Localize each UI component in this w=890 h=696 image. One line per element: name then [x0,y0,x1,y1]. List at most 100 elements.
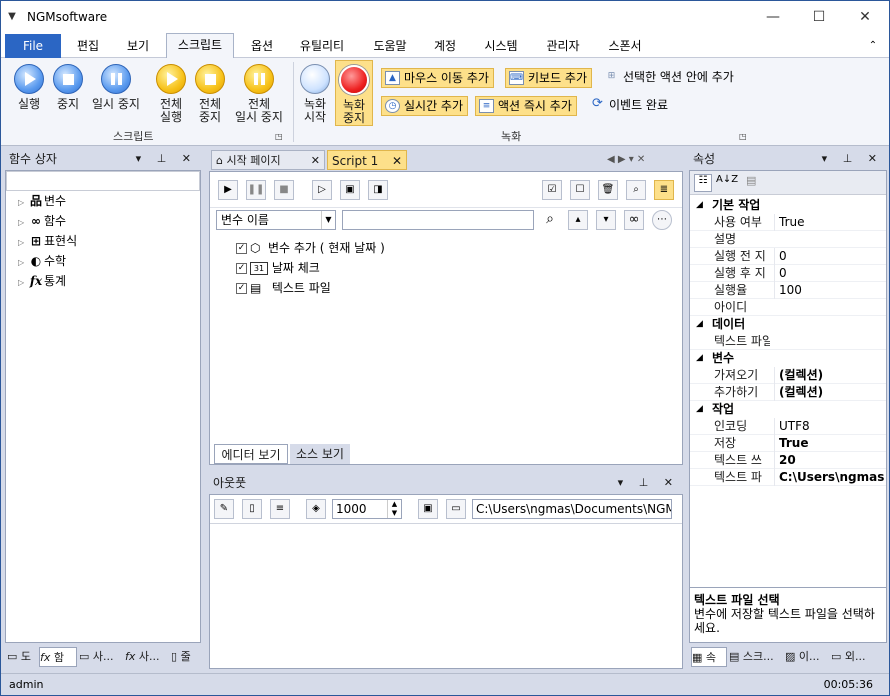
close-tab-icon[interactable]: ✕ [392,151,402,169]
check-all-icon[interactable]: ☑ [542,180,562,200]
folder-icon[interactable]: ▭ [446,499,466,519]
pause-icon[interactable]: ❚❚ [246,180,266,200]
property-row[interactable]: 사용 여부 True [690,214,886,231]
add-action-now-button[interactable]: ≡ 액션 즉시 추가 [475,96,577,116]
loop-icon[interactable]: ∞ [624,210,644,230]
play-icon[interactable]: ▶ [218,180,238,200]
collapse-icon[interactable]: ◢ [696,316,703,333]
zoom-icon[interactable]: ⌕ [626,180,646,200]
tree-item-variable[interactable]: ▷ 品 변수 [18,191,66,211]
record-stop-button[interactable]: 녹화 중지 [335,60,373,126]
menu-sponsor[interactable]: 스폰서 [599,35,651,57]
step-over-icon[interactable]: ◨ [368,180,388,200]
add-realtime-button[interactable]: ◷ 실시간 추가 [381,96,469,116]
property-row[interactable]: 실행 후 지 0 [690,265,886,282]
dialog-launcher-icon[interactable]: ◳ [275,132,283,141]
tab-source-view[interactable]: 소스 보기 [290,444,350,464]
menu-utility[interactable]: 유틸리티 [291,35,353,57]
step-into-icon[interactable]: ▣ [340,180,360,200]
property-value[interactable]: 20 [774,452,886,469]
property-category[interactable]: ◢ 작업 [690,401,886,418]
expand-arrow-icon[interactable]: ▷ [18,213,28,233]
add-in-selected-button[interactable]: ⊞ 선택한 액션 안에 추가 [601,68,738,88]
dialog-launcher-icon-2[interactable]: ◳ [739,132,747,141]
save-icon[interactable]: ▣ [418,499,438,519]
move-down-icon[interactable]: ▾ [596,210,616,230]
clear-output-icon[interactable]: ✎ [214,499,234,519]
minimize-button[interactable]: — [750,1,796,32]
property-row[interactable]: 텍스트 쓰 20 [690,452,886,469]
panel-buttons[interactable]: ▾ ⊥ ✕ [136,148,197,170]
record-start-button[interactable]: 녹화 시작 [297,64,333,124]
property-value[interactable]: 0 [774,265,886,282]
expand-arrow-icon[interactable]: ▷ [18,193,28,213]
step-icon[interactable]: ▷ [312,180,332,200]
list-icon[interactable]: ≡ [270,499,290,519]
menu-edit[interactable]: 편집 [65,35,111,57]
tree-item-math[interactable]: ▷ ◐ 수학 [18,251,66,271]
sort-alpha-icon[interactable]: A↓Z [716,174,738,185]
property-value[interactable]: 100 [774,282,886,299]
tab-nav-buttons[interactable]: ◀ ▶ ▾ ✕ [607,150,679,170]
stepper-arrows-icon[interactable]: ▲ ▼ [387,500,401,518]
menu-system[interactable]: 시스템 [475,35,527,57]
close-button[interactable]: ✕ [842,1,888,32]
tab-lines[interactable]: ▯ 줄 [171,647,201,667]
property-row[interactable]: 인코딩 UTF8 [690,418,886,435]
panel-buttons[interactable]: ▾ ⊥ ✕ [822,148,883,170]
tab-user-functions[interactable]: fx 사... [125,647,169,667]
panel-buttons[interactable]: ▾ ⊥ ✕ [618,472,679,494]
tab-properties[interactable]: ▦ 속 [691,647,727,667]
property-row[interactable]: 텍스트 파일 [690,333,886,350]
property-row[interactable]: 실행 전 지 0 [690,248,886,265]
tab-toolbox[interactable]: ▭ 도 [7,647,39,667]
tab-start-page[interactable]: ⌂ 시작 페이지 ✕ [211,150,325,170]
tree-item-expression[interactable]: ▷ ⊞ 표현식 [18,231,77,251]
menu-script[interactable]: 스크립트 [166,33,234,58]
move-up-icon[interactable]: ▴ [568,210,588,230]
event-done-button[interactable]: ⟳ 이벤트 완료 [587,96,672,116]
property-value[interactable]: True [774,214,886,231]
checkbox[interactable]: ✓ [236,243,247,254]
tab-users[interactable]: ▭ 사... [79,647,123,667]
tree-view-icon[interactable]: ≣ [654,180,674,200]
run-button[interactable]: 실행 [9,64,49,111]
checkbox[interactable]: ✓ [236,263,247,274]
collapse-icon[interactable]: ◢ [696,350,703,367]
stop-icon[interactable]: ■ [274,180,294,200]
property-value[interactable]: True [774,435,886,452]
collapse-icon[interactable]: ◢ [696,401,703,418]
menu-options[interactable]: 옵션 [239,35,285,57]
collapse-ribbon-icon[interactable]: ⌃ [863,35,883,57]
tab-image[interactable]: ▨ 이... [785,647,829,667]
tab-editor-view[interactable]: 에디터 보기 [214,444,288,464]
system-menu-icon[interactable]: ▼ [1,11,23,22]
property-row[interactable]: 저장 True [690,435,886,452]
property-row[interactable]: 텍스트 파 C:\Users\ngmas [690,469,886,486]
search-icon[interactable]: ⌕ [540,210,560,230]
menu-account[interactable]: 계정 [425,35,465,57]
menu-view[interactable]: 보기 [115,35,161,57]
property-value[interactable]: (컬렉션) [774,384,886,401]
property-category[interactable]: ◢ 변수 [690,350,886,367]
script-item[interactable]: ✓ 31 날짜 체크 [236,258,320,278]
property-value[interactable]: 0 [774,248,886,265]
stop-all-button[interactable]: 전체 중지 [191,64,229,124]
script-item[interactable]: ✓ ▤ 텍스트 파일 [236,278,331,298]
property-value[interactable]: (컬렉션) [774,367,886,384]
pause-button[interactable]: 일시 중지 [87,64,145,111]
eraser-icon[interactable]: ◈ [306,499,326,519]
output-path-field[interactable]: C:\Users\ngmas\Documents\NGM6\ [472,499,672,519]
function-search-input[interactable] [6,171,200,191]
property-row[interactable]: 설명 [690,231,886,248]
collapse-icon[interactable]: ◢ [696,197,703,214]
tree-item-function[interactable]: ▷ ∞ 함수 [18,211,66,231]
property-row[interactable]: 아이디 [690,299,886,316]
property-value[interactable]: UTF8 [774,418,886,435]
tab-script[interactable]: ▤ 스크... [729,647,783,667]
add-keyboard-button[interactable]: ⌨ 키보드 추가 [505,68,593,88]
menu-help[interactable]: 도움말 [363,35,417,57]
property-pages-icon[interactable]: ▤ [746,174,756,187]
property-row[interactable]: 가져오기 (컬렉션) [690,367,886,384]
tab-functions[interactable]: fx 함 [39,647,77,667]
